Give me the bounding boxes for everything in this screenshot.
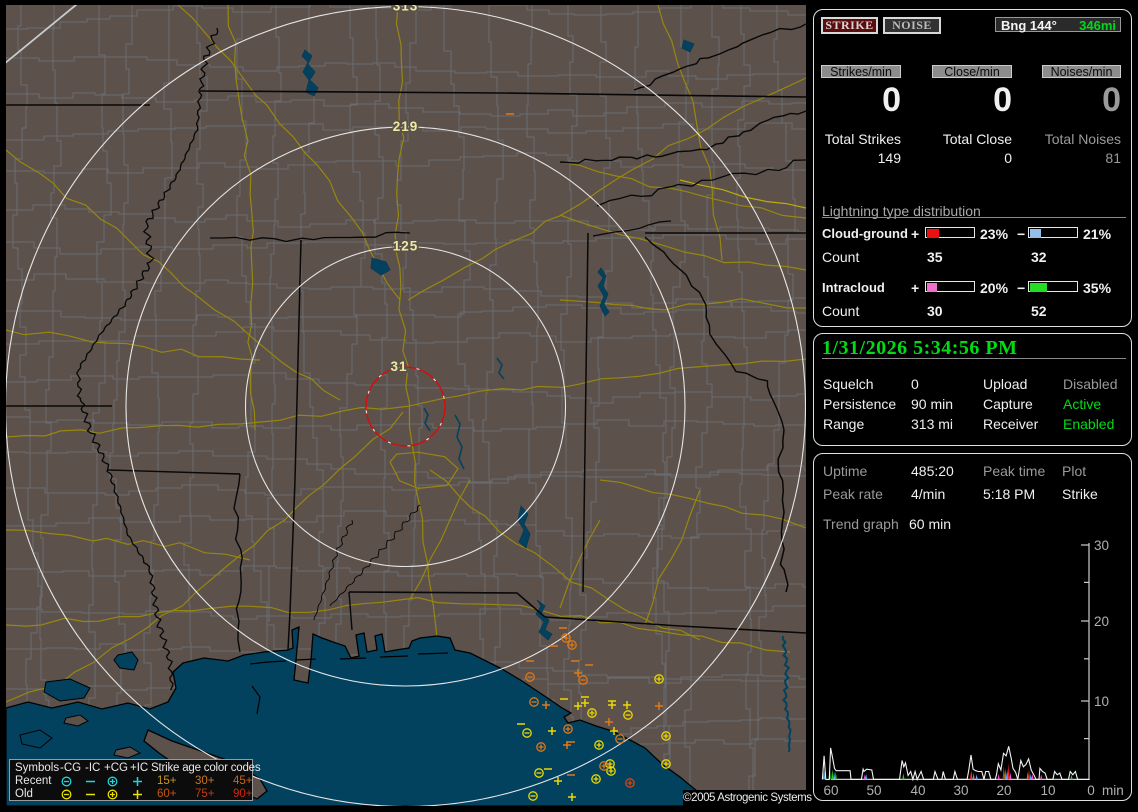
svg-text:60: 60	[823, 783, 838, 798]
svg-text:313: 313	[393, 0, 419, 14]
svg-text:min: min	[1102, 783, 1124, 798]
svg-text:40: 40	[910, 783, 925, 798]
svg-text:30: 30	[953, 783, 968, 798]
svg-text:50: 50	[866, 783, 881, 798]
svg-text:219: 219	[393, 119, 419, 134]
svg-text:20: 20	[1094, 614, 1109, 629]
svg-text:30: 30	[1094, 538, 1109, 553]
svg-text:10: 10	[1094, 694, 1109, 709]
svg-text:10: 10	[1040, 783, 1055, 798]
svg-text:31: 31	[390, 359, 407, 374]
svg-text:0: 0	[1087, 783, 1095, 798]
svg-text:20: 20	[996, 783, 1011, 798]
svg-text:125: 125	[393, 239, 419, 254]
